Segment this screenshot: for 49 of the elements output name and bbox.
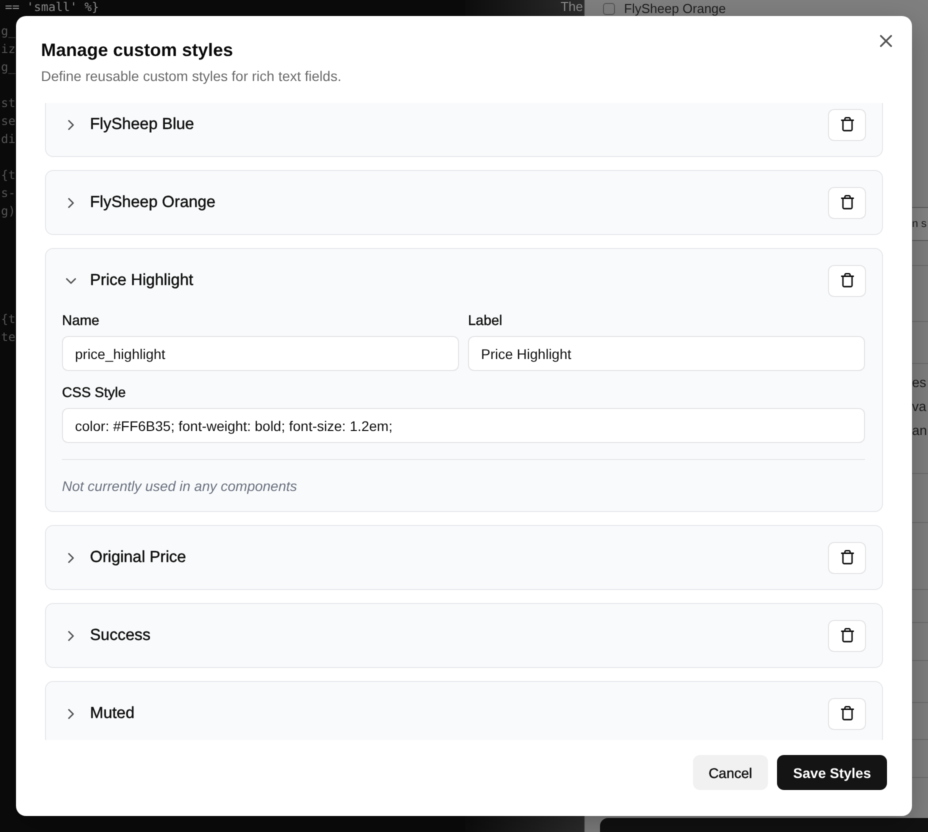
trash-icon [840,273,854,288]
name-field[interactable]: price_highlight [62,336,459,371]
label-field[interactable]: Price Highlight [468,336,865,371]
option-label: FlySheep Orange [624,2,726,15]
field-label: Name [62,312,100,329]
dialog-title: Manage custom styles [41,39,234,62]
delete-button[interactable] [828,542,866,574]
accordion-toggle[interactable]: FlySheep Orange [63,194,216,212]
accordion-toggle[interactable]: Original Price [63,548,186,566]
checkbox[interactable] [603,2,615,14]
delete-button[interactable] [828,698,866,730]
delete-button[interactable] [828,108,866,140]
usage-note: Not currently used in any components [62,478,298,495]
trash-icon [840,117,854,132]
text-fragment: es [912,374,926,392]
code-line: di [1,131,16,148]
code-line: st [1,95,16,112]
trash-icon [840,195,854,210]
code-line: s- [1,185,16,202]
heading-text: The [560,0,583,14]
field-label: CSS Style [62,384,127,401]
accordion-toggle[interactable]: Success [63,626,150,644]
dialog-description: Define reusable custom styles for rich text fields. [41,67,342,86]
cancel-button[interactable]: Cancel [692,755,768,790]
text-fragment: an [912,422,928,440]
code-line: se [1,113,16,130]
accordion-toggle[interactable]: Price Highlight [63,272,194,290]
code-line: iz [1,41,16,58]
code-line: {t [1,167,16,184]
accordion-toggle[interactable]: Muted [63,704,134,722]
code-line: te [1,329,16,346]
delete-button[interactable] [828,620,866,652]
field-label: Label [468,312,504,329]
text-fragment: va [912,398,926,416]
code-line: g) [1,203,16,220]
accordion-toggle[interactable]: FlySheep Blue [63,116,194,134]
trash-icon [840,550,854,565]
code-line: g_ [1,23,16,40]
trash-icon [840,628,854,643]
delete-button[interactable] [828,264,866,296]
code-line: g_ [1,59,16,76]
code-line: == 'small' %} [5,0,99,16]
page-button[interactable]: n s [911,207,928,241]
code-line: {t [1,311,16,328]
save-button[interactable]: Save Styles [777,755,887,790]
css-style-field[interactable]: color: #FF6B35; font-weight: bold; font-size: 1.2em; [62,408,865,443]
delete-button[interactable] [828,186,866,218]
close-icon [880,35,892,47]
trash-icon [840,706,854,721]
